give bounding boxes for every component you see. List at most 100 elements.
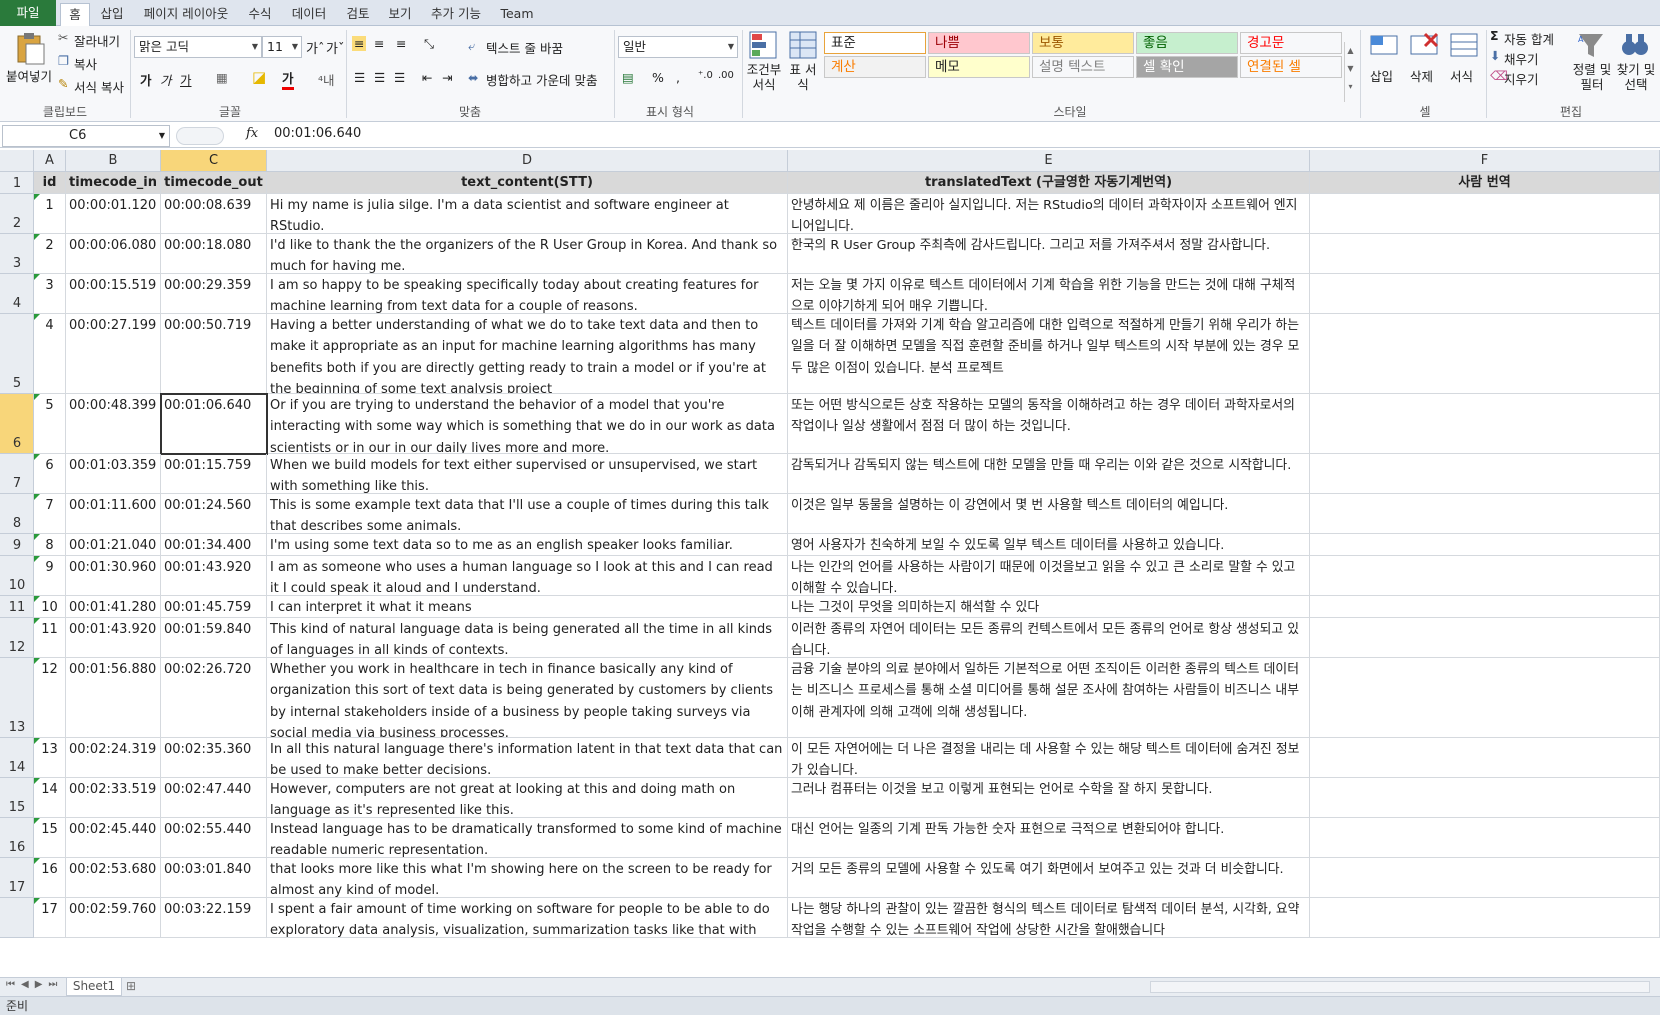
table-cell-text[interactable]: I spent a fair amount of time working on… [267, 898, 788, 938]
tab-team[interactable]: Team [494, 3, 540, 26]
formula-bar-splitter[interactable] [176, 127, 224, 145]
function-icon[interactable]: fx [246, 126, 258, 141]
cell-style-option[interactable]: 표준 [824, 32, 926, 54]
decrease-decimal-icon[interactable]: .00 [718, 70, 734, 81]
table-cell-id[interactable]: 3 [34, 274, 66, 314]
decrease-indent-icon[interactable]: ⇤ [422, 70, 432, 85]
table-cell-f[interactable] [1310, 658, 1660, 738]
tab-view[interactable]: 보기 [382, 3, 418, 26]
table-cell-in[interactable]: 00:00:06.080 [66, 234, 161, 274]
cell-style-option[interactable]: 경고문 [1240, 32, 1342, 54]
table-cell-out[interactable]: 00:01:43.920 [161, 556, 267, 596]
table-cell-id[interactable]: 9 [34, 556, 66, 596]
column-header-a[interactable]: A [34, 150, 66, 172]
table-cell-ko[interactable]: 저는 오늘 몇 가지 이유로 텍스트 데이터에서 기계 학습을 위한 기능을 만… [788, 274, 1310, 314]
table-cell-ko[interactable]: 금융 기술 분야의 의료 분야에서 일하든 기본적으로 어떤 조직이든 이러한 … [788, 658, 1310, 738]
row-header[interactable]: 14 [0, 738, 34, 778]
paste-button[interactable]: 붙여넣기 [4, 28, 54, 98]
column-header-c[interactable]: C [161, 150, 267, 172]
row-header[interactable]: 16 [0, 818, 34, 858]
table-cell-text[interactable]: Having a better understanding of what we… [267, 314, 788, 394]
row-header[interactable]: 12 [0, 618, 34, 658]
table-cell-out[interactable]: 00:00:50.719 [161, 314, 267, 394]
percent-icon[interactable]: % [652, 70, 664, 85]
table-cell-in[interactable]: 00:00:01.120 [66, 194, 161, 234]
table-cell-text[interactable]: I'd like to thank the the organizers of … [267, 234, 788, 274]
row-header[interactable]: 7 [0, 454, 34, 494]
table-cell-f[interactable] [1310, 618, 1660, 658]
table-cell-out[interactable]: 00:01:15.759 [161, 454, 267, 494]
table-cell-f[interactable] [1310, 194, 1660, 234]
align-right-icon[interactable]: ☰ [394, 70, 405, 85]
table-cell-out[interactable]: 00:02:26.720 [161, 658, 267, 738]
table-cell-text[interactable]: I am so happy to be speaking specificall… [267, 274, 788, 314]
cell-style-option[interactable]: 메모 [928, 56, 1030, 78]
row-header[interactable]: 10 [0, 556, 34, 596]
table-cell-ko[interactable]: 나는 인간의 언어를 사용하는 사람이기 때문에 이것을보고 읽을 수 있고 큰… [788, 556, 1310, 596]
fill-button[interactable]: ⬇ 채우기 [1490, 48, 1560, 67]
table-cell-text[interactable]: Instead language has to be dramatically … [267, 818, 788, 858]
tab-add-ins[interactable]: 추가 기능 [424, 3, 488, 26]
table-cell-in[interactable]: 00:00:48.399 [66, 394, 161, 454]
table-cell-id[interactable]: 16 [34, 858, 66, 898]
tab-file[interactable]: 파일 [0, 0, 56, 26]
format-cells-button[interactable]: 서식 [1446, 28, 1482, 100]
sort-filter-button[interactable]: A 정렬 및 필터 [1570, 28, 1614, 100]
table-cell-in[interactable]: 00:01:03.359 [66, 454, 161, 494]
increase-decimal-icon[interactable]: ⁺.0 [698, 70, 713, 81]
table-cell-f[interactable] [1310, 234, 1660, 274]
table-cell-in[interactable]: 00:01:43.920 [66, 618, 161, 658]
column-header-b[interactable]: B [66, 150, 161, 172]
font-color-icon[interactable]: 가 [282, 68, 294, 90]
align-top-icon[interactable]: ≡ [352, 36, 367, 51]
cell-style-option[interactable]: 나쁨 [928, 32, 1030, 54]
table-cell-out[interactable]: 00:02:55.440 [161, 818, 267, 858]
comma-icon[interactable]: , [676, 70, 680, 85]
table-cell-ko[interactable]: 거의 모든 종류의 모델에 사용할 수 있도록 여기 화면에서 보여주고 있는 … [788, 858, 1310, 898]
table-cell-id[interactable]: 5 [34, 394, 66, 454]
row-header[interactable]: 17 [0, 858, 34, 898]
table-cell-f[interactable] [1310, 778, 1660, 818]
table-cell-out[interactable]: 00:00:18.080 [161, 234, 267, 274]
table-cell-in[interactable]: 00:02:45.440 [66, 818, 161, 858]
wrap-text-button[interactable]: ⤶ 텍스트 줄 바꿈 [468, 38, 598, 56]
table-cell-out[interactable]: 00:00:08.639 [161, 194, 267, 234]
cut-button[interactable]: ✂ 잘라내기 [58, 30, 128, 50]
table-cell-ko[interactable]: 그러나 컴퓨터는 이것을 보고 이렇게 표현되는 언어로 수학을 잘 하지 못합… [788, 778, 1310, 818]
number-format-select[interactable]: 일반 ▼ [618, 36, 738, 58]
grow-font-icon[interactable]: 가ˆ [306, 38, 324, 57]
table-cell-text[interactable]: This is some example text data that I'll… [267, 494, 788, 534]
cell-style-option[interactable]: 좋음 [1136, 32, 1238, 54]
table-cell-f[interactable] [1310, 738, 1660, 778]
table-cell-ko[interactable]: 영어 사용자가 친숙하게 보일 수 있도록 일부 텍스트 데이터를 사용하고 있… [788, 534, 1310, 556]
select-all-corner[interactable] [0, 150, 34, 172]
tab-review[interactable]: 검토 [340, 3, 376, 26]
header-cell-translated-text[interactable]: translatedText (구글영한 자동기계번역) [788, 172, 1310, 194]
table-cell-ko[interactable]: 나는 행당 하나의 관찰이 있는 깔끔한 형식의 텍스트 데이터로 탐색적 데이… [788, 898, 1310, 938]
table-cell-text[interactable]: Or if you are trying to understand the b… [267, 394, 788, 454]
font-name-select[interactable]: 맑은 고딕 ▼ [134, 36, 262, 58]
row-header[interactable]: 15 [0, 778, 34, 818]
table-cell-in[interactable]: 00:01:11.600 [66, 494, 161, 534]
table-cell-out[interactable]: 00:03:22.159 [161, 898, 267, 938]
table-cell-f[interactable] [1310, 454, 1660, 494]
orientation-icon[interactable]: ⤡ [424, 36, 434, 52]
table-cell-f[interactable] [1310, 314, 1660, 394]
tab-insert[interactable]: 삽입 [94, 3, 130, 26]
table-cell-text[interactable]: This kind of natural language data is be… [267, 618, 788, 658]
merge-center-button[interactable]: ⬌ 병합하고 가운데 맞춤 [468, 70, 608, 88]
align-left-icon[interactable]: ☰ [354, 70, 365, 85]
table-cell-in[interactable]: 00:00:15.519 [66, 274, 161, 314]
table-cell-out[interactable]: 00:02:35.360 [161, 738, 267, 778]
table-cell-ko[interactable]: 또는 어떤 방식으로든 상호 작용하는 모델의 동작을 이해하려고 하는 경우 … [788, 394, 1310, 454]
table-cell-id[interactable]: 1 [34, 194, 66, 234]
horizontal-scrollbar[interactable] [1150, 981, 1650, 993]
border-icon[interactable]: ▦ [216, 70, 228, 85]
copy-button[interactable]: ❐ 복사 [58, 53, 118, 73]
table-cell-id[interactable]: 12 [34, 658, 66, 738]
table-cell-f[interactable] [1310, 556, 1660, 596]
phonetic-icon[interactable]: ⁴내 [318, 70, 335, 89]
row-header[interactable]: 4 [0, 274, 34, 314]
align-center-icon[interactable]: ☰ [374, 70, 385, 85]
cell-style-option[interactable]: 셀 확인 [1136, 56, 1238, 78]
